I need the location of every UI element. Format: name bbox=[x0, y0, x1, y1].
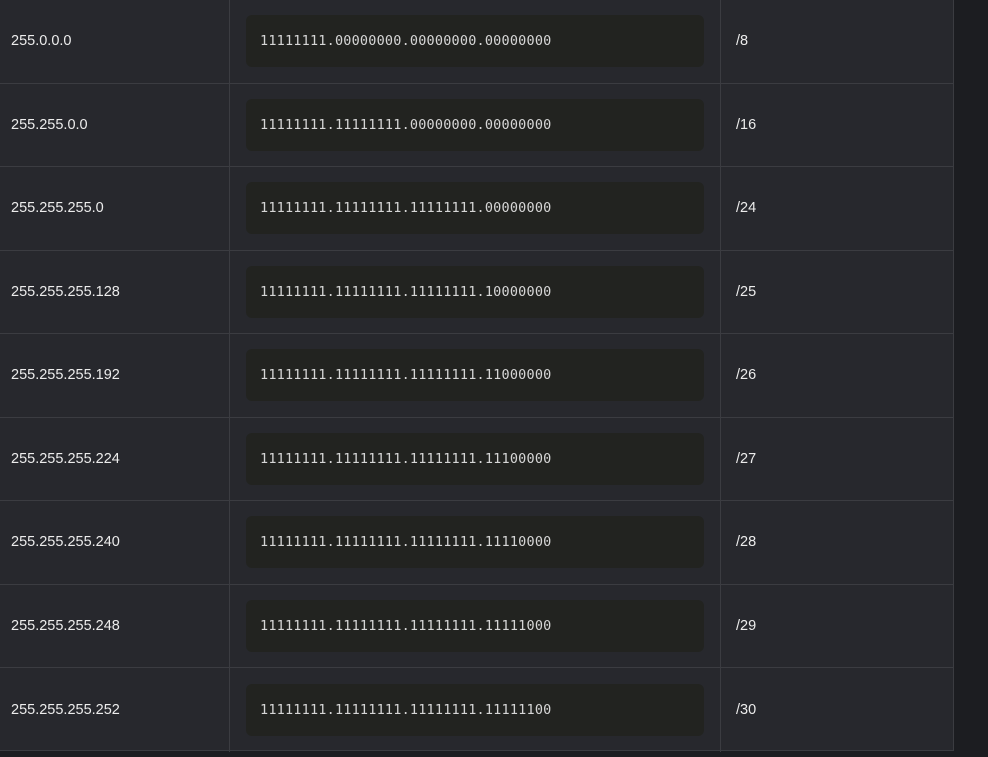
binary-cell: 11111111.11111111.11111111.00000000 bbox=[230, 167, 721, 250]
cidr-cell: /8 bbox=[736, 33, 749, 50]
binary-code: 11111111.11111111.00000000.00000000 bbox=[246, 98, 704, 151]
binary-code: 11111111.11111111.11111111.11100000 bbox=[246, 432, 704, 485]
subnet-mask-cell: 255.0.0.0 bbox=[0, 0, 230, 83]
binary-code: 11111111.11111111.11111111.00000000 bbox=[246, 182, 704, 235]
binary-cell: 11111111.11111111.11111111.11000000 bbox=[230, 334, 721, 417]
table-row: 255.255.255.248 11111111.11111111.111111… bbox=[0, 584, 954, 668]
binary-code: 11111111.11111111.11111111.11111100 bbox=[246, 683, 704, 736]
table-row: 255.255.255.192 11111111.11111111.111111… bbox=[0, 334, 954, 418]
table-row: 255.255.0.0 11111111.11111111.00000000.0… bbox=[0, 83, 954, 167]
table-row: 255.0.0.0 11111111.00000000.00000000.000… bbox=[0, 0, 954, 84]
binary-cell: 11111111.11111111.11111111.10000000 bbox=[230, 250, 721, 333]
table-row: 255.255.255.240 11111111.11111111.111111… bbox=[0, 501, 954, 585]
binary-code: 11111111.11111111.11111111.11000000 bbox=[246, 349, 704, 402]
subnet-mask-cell: 255.255.255.252 bbox=[0, 668, 230, 752]
binary-code: 11111111.11111111.11111111.10000000 bbox=[246, 265, 704, 318]
table-row: 255.255.255.252 11111111.11111111.111111… bbox=[0, 668, 954, 752]
table-row: 255.255.255.0 11111111.11111111.11111111… bbox=[0, 167, 954, 251]
binary-cell: 11111111.11111111.11111111.11111100 bbox=[230, 668, 721, 752]
subnet-mask-cell: 255.255.255.0 bbox=[0, 167, 230, 250]
binary-code: 11111111.00000000.00000000.00000000 bbox=[246, 15, 704, 68]
cidr-cell: /28 bbox=[736, 534, 757, 551]
cidr-cell: /25 bbox=[736, 283, 757, 300]
binary-cell: 11111111.11111111.11111111.11100000 bbox=[230, 417, 721, 500]
cidr-cell: /24 bbox=[736, 200, 757, 217]
subnet-mask-table: 255.0.0.0 11111111.00000000.00000000.000… bbox=[0, 0, 954, 752]
subnet-mask-cell: 255.255.0.0 bbox=[0, 83, 230, 166]
subnet-mask-cell: 255.255.255.248 bbox=[0, 584, 230, 667]
binary-code: 11111111.11111111.11111111.11111000 bbox=[246, 599, 704, 652]
cidr-cell: /27 bbox=[736, 450, 757, 467]
binary-cell: 11111111.00000000.00000000.00000000 bbox=[230, 0, 721, 83]
binary-cell: 11111111.11111111.11111111.11110000 bbox=[230, 501, 721, 584]
table-row: 255.255.255.128 11111111.11111111.111111… bbox=[0, 250, 954, 334]
cidr-cell: /26 bbox=[736, 367, 757, 384]
binary-code: 11111111.11111111.11111111.11110000 bbox=[246, 516, 704, 569]
binary-cell: 11111111.11111111.11111111.11111000 bbox=[230, 584, 721, 667]
cidr-cell: /30 bbox=[736, 701, 757, 718]
binary-cell: 11111111.11111111.00000000.00000000 bbox=[230, 83, 721, 166]
cidr-cell: /16 bbox=[736, 116, 757, 133]
cidr-cell: /29 bbox=[736, 617, 757, 634]
subnet-mask-cell: 255.255.255.128 bbox=[0, 250, 230, 333]
table-row: 255.255.255.224 11111111.11111111.111111… bbox=[0, 417, 954, 501]
subnet-mask-cell: 255.255.255.224 bbox=[0, 417, 230, 500]
subnet-mask-cell: 255.255.255.240 bbox=[0, 501, 230, 584]
subnet-mask-cell: 255.255.255.192 bbox=[0, 334, 230, 417]
